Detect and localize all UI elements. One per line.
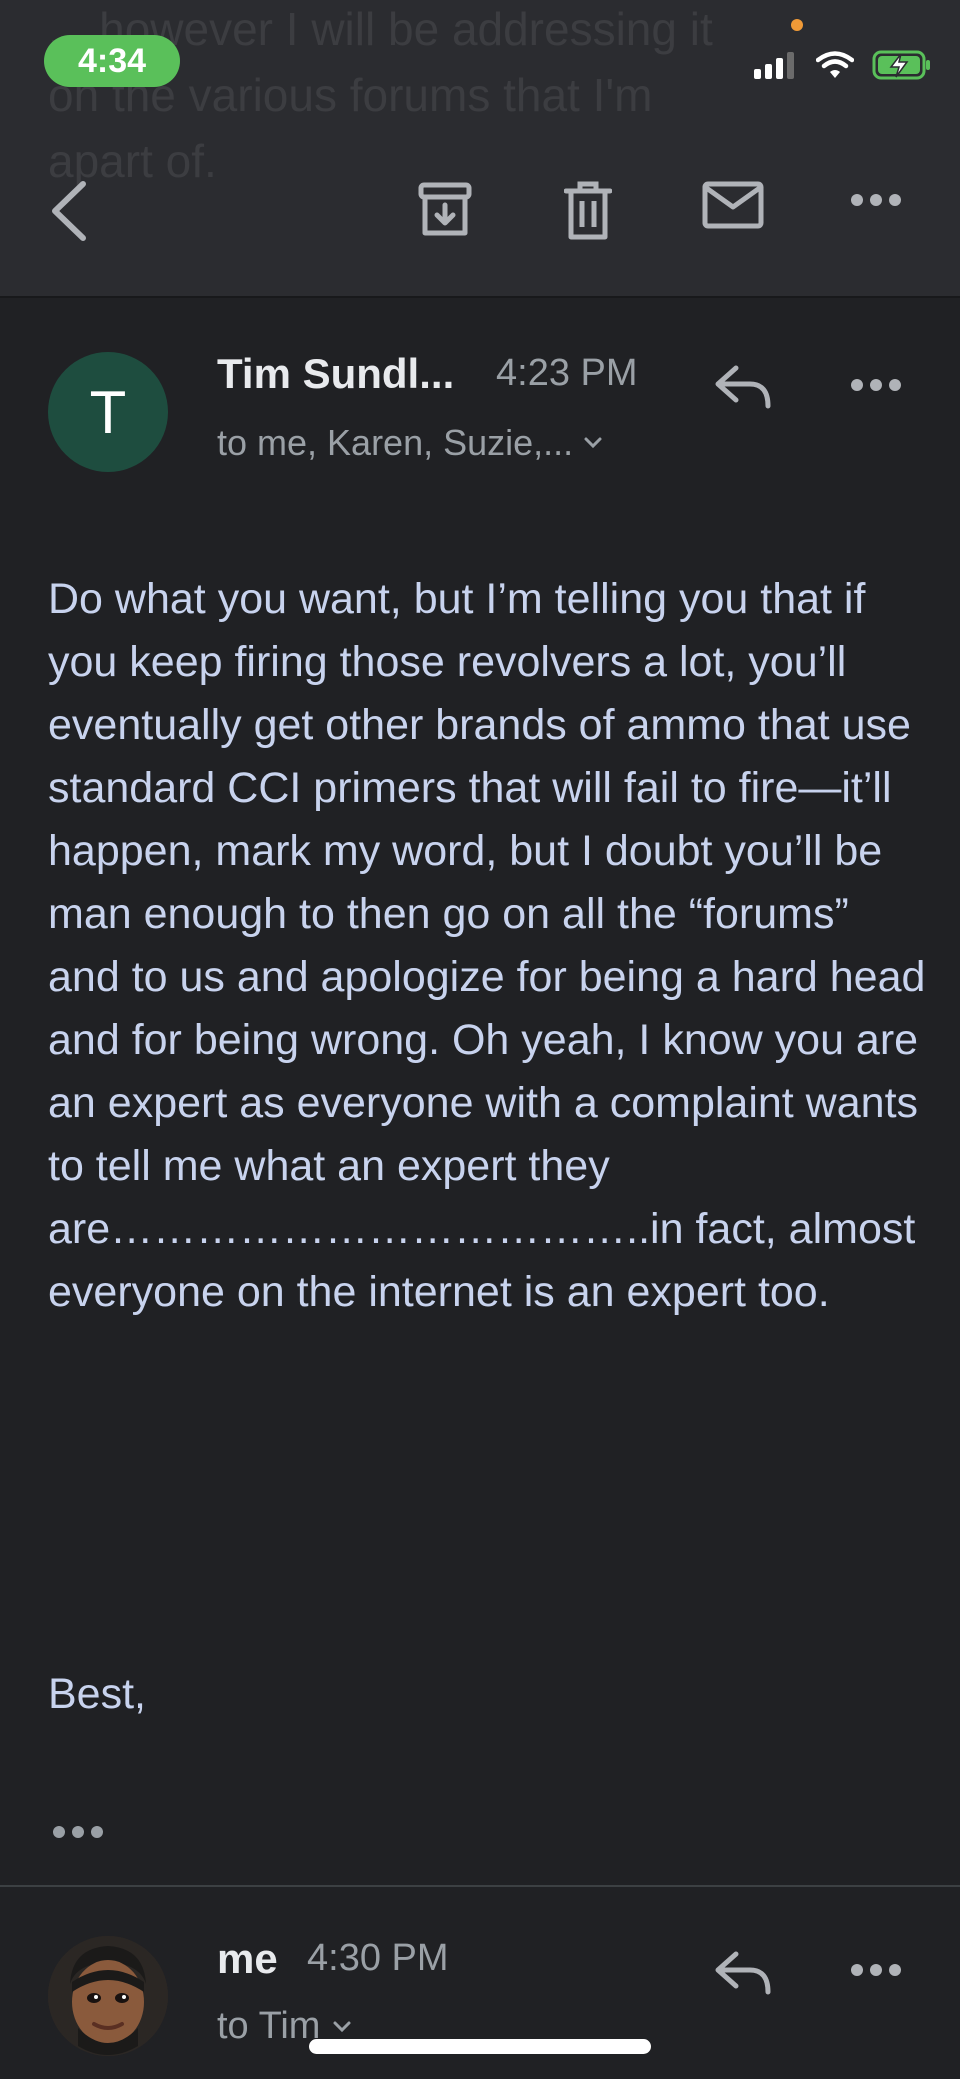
message-signoff: Best, [48,1670,146,1718]
reply-icon[interactable] [714,362,776,412]
top-toolbar: ... however I will be addressing it on t… [0,0,960,298]
back-arrow-icon[interactable] [44,180,94,242]
mail-icon[interactable] [702,180,764,230]
message-time-me: 4:30 PM [307,1937,449,1979]
more-icon[interactable] [850,180,902,220]
reply-icon[interactable] [714,1948,776,1998]
show-trimmed-content-icon[interactable] [50,1820,106,1844]
trash-icon[interactable] [563,180,613,242]
message-more-icon[interactable] [850,1963,902,1983]
message-time: 4:23 PM [496,352,638,394]
home-indicator[interactable] [309,2039,651,2054]
chevron-down-icon [333,2021,351,2032]
sender-name-me: me [217,1935,278,1982]
archive-icon[interactable] [416,180,474,240]
sender-avatar[interactable]: T [48,352,168,472]
privacy-indicator-dot [791,19,803,31]
memoji-avatar[interactable] [48,1936,168,2056]
sender-name: Tim Sundl... [217,350,455,397]
background-preview-text: ... however I will be addressing it on t… [48,3,713,187]
message-body: Do what you want, but I’m telling you th… [48,575,926,1316]
message-more-icon[interactable] [850,378,902,398]
wifi-icon [816,51,854,78]
email-thread-screen: ... however I will be addressing it on t… [0,0,960,2079]
chevron-down-icon [584,437,602,449]
battery-charging-icon [872,50,930,80]
message-divider [0,1885,960,1887]
signal-icon [754,52,794,79]
status-time: 4:34 [44,35,180,87]
recipients-text-me: to Tim [217,2005,321,2047]
status-icons [754,50,932,80]
recipients-text: to me, Karen, Suzie,... [217,422,574,463]
recipients-summary[interactable]: to me, Karen, Suzie,... [217,422,603,464]
